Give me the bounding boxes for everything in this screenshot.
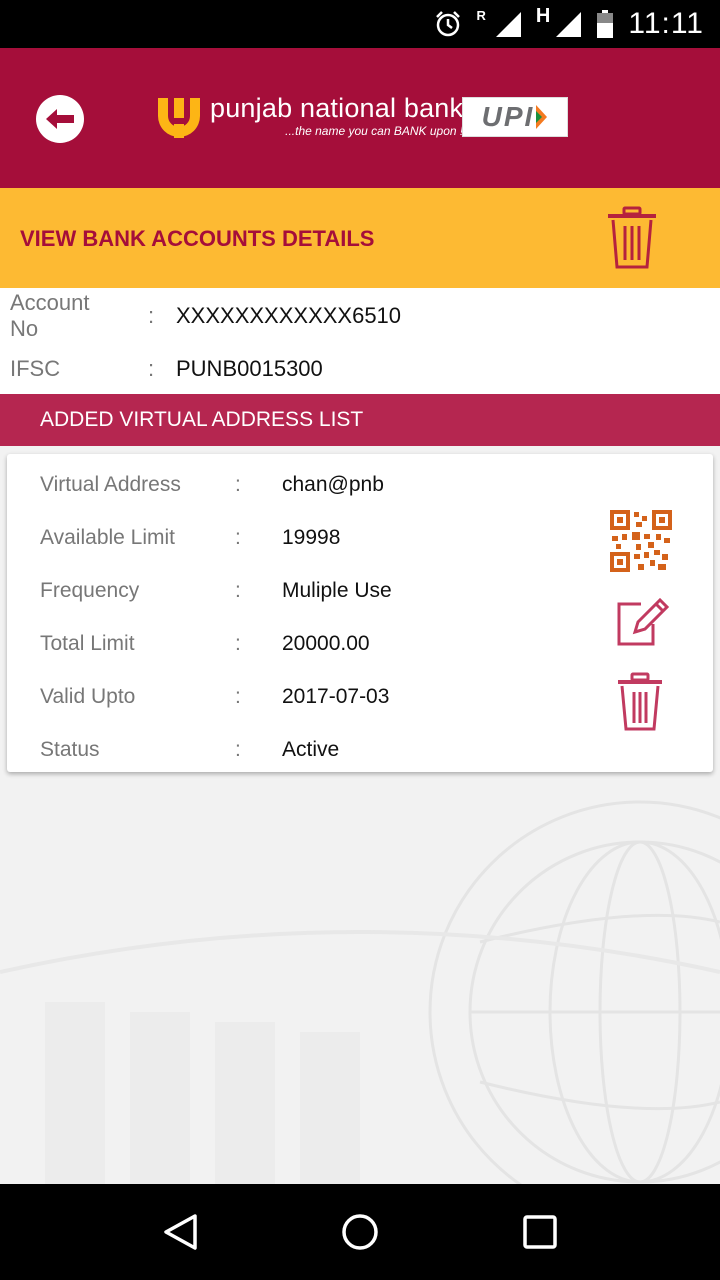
- field-value: 19998: [282, 526, 341, 549]
- separator: :: [148, 356, 155, 381]
- roaming-indicator: R: [476, 7, 486, 23]
- virtual-address-card: Virtual Address : chan@pnb Available Lim…: [7, 454, 713, 772]
- back-button[interactable]: [36, 95, 84, 143]
- account-number-label: Account No: [10, 290, 90, 341]
- field-label: Available Limit: [40, 526, 176, 549]
- nav-back-button[interactable]: [156, 1208, 204, 1256]
- clock: 11:11: [628, 7, 704, 40]
- available-limit-row: Available Limit : 19998: [7, 520, 587, 556]
- background-decoration: [0, 800, 720, 1184]
- signal-roaming-icon: [494, 10, 522, 38]
- status-row: Status : Active: [7, 732, 587, 768]
- delete-account-trash-icon[interactable]: [606, 206, 658, 270]
- upi-arrow-icon: [536, 105, 548, 129]
- field-label: Virtual Address: [40, 473, 181, 496]
- brand-tagline: ...the name you can BANK upon !: [285, 124, 464, 138]
- nav-recents-button[interactable]: [516, 1208, 564, 1256]
- separator: :: [235, 473, 241, 496]
- separator: :: [235, 579, 241, 602]
- total-limit-row: Total Limit : 20000.00: [7, 626, 587, 662]
- alarm-icon: [433, 9, 463, 39]
- valid-upto-row: Valid Upto : 2017-07-03: [7, 679, 587, 715]
- upi-logo: UPI: [462, 97, 568, 137]
- field-value: 20000.00: [282, 632, 370, 655]
- nav-home-button[interactable]: [336, 1208, 384, 1256]
- frequency-row: Frequency : Muliple Use: [7, 573, 587, 609]
- bank-logo: punjab national bank ...the name you can…: [156, 94, 463, 140]
- pnb-logo-icon: [158, 98, 200, 138]
- field-value: chan@pnb: [282, 473, 384, 496]
- field-value: 2017-07-03: [282, 685, 390, 708]
- virtual-address-list-header: ADDED VIRTUAL ADDRESS LIST: [0, 394, 720, 446]
- signal-h-icon: [554, 10, 582, 38]
- field-value: Muliple Use: [282, 579, 392, 602]
- home-circle-icon: [342, 1214, 378, 1250]
- field-label: Status: [40, 738, 100, 761]
- network-type-indicator: H: [535, 4, 551, 27]
- status-bar: R H 11:11: [0, 0, 720, 48]
- field-label: Frequency: [40, 579, 140, 602]
- separator: :: [235, 632, 241, 655]
- edit-icon[interactable]: [615, 594, 671, 650]
- separator: :: [235, 685, 241, 708]
- ifsc-label: IFSC: [10, 356, 61, 381]
- brand-name: punjab national bank: [210, 93, 464, 123]
- separator: :: [235, 738, 241, 761]
- arrow-left-icon: [46, 109, 74, 129]
- delete-virtual-address-trash-icon[interactable]: [617, 672, 663, 732]
- account-details: Account No : XXXXXXXXXXXX6510 IFSC : PUN…: [0, 288, 720, 394]
- app-header: punjab national bank ...the name you can…: [0, 48, 720, 188]
- virtual-address-row: Virtual Address : chan@pnb: [7, 467, 587, 503]
- status-value: Active: [282, 738, 340, 761]
- account-number-value: XXXXXXXXXXXX6510: [176, 303, 402, 328]
- qr-code-icon[interactable]: [610, 510, 672, 572]
- separator: :: [148, 303, 155, 328]
- ifsc-value: PUNB0015300: [176, 356, 323, 381]
- back-triangle-icon: [164, 1214, 197, 1250]
- separator: :: [235, 526, 241, 549]
- field-label: Valid Upto: [40, 685, 136, 708]
- system-nav-bar: [0, 1184, 720, 1280]
- field-label: Total Limit: [40, 632, 135, 655]
- upi-label: UPI: [481, 101, 535, 132]
- page-title: VIEW BANK ACCOUNTS DETAILS: [20, 226, 375, 251]
- battery-icon: [596, 9, 614, 39]
- recents-square-icon: [523, 1215, 557, 1249]
